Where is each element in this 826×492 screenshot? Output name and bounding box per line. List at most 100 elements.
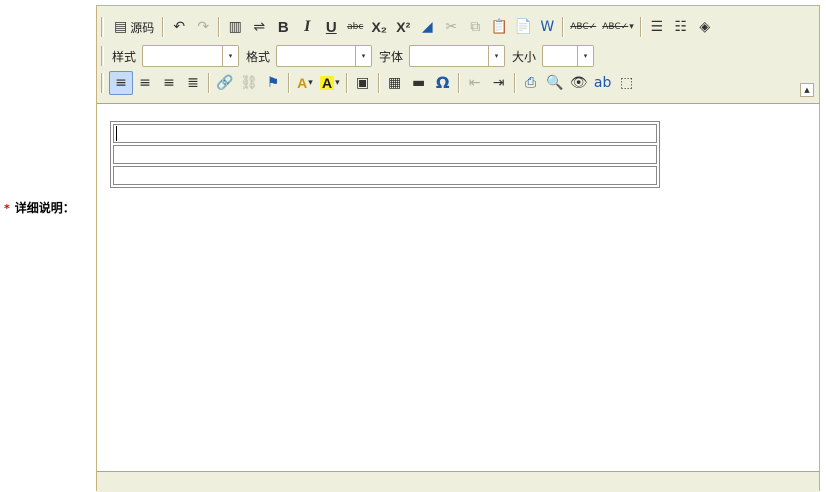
- find-button[interactable]: 👁: [567, 71, 591, 95]
- source-icon: ▤: [114, 19, 128, 35]
- toolbar-grip[interactable]: [101, 46, 104, 66]
- style-select[interactable]: ▾: [142, 45, 240, 67]
- toolbar-grip[interactable]: [101, 17, 104, 37]
- omega-icon: Ω: [435, 73, 450, 92]
- scayt-button[interactable]: ABC✓ ▾: [599, 15, 637, 39]
- image-button[interactable]: ▣: [351, 71, 375, 95]
- select-all-icon: ⬚: [620, 75, 634, 91]
- font-value: [410, 46, 488, 66]
- toolbar-separator: [288, 73, 290, 93]
- toolbar-row-3: ≡ ≡ ≡ ≣ 🔗 ⛓ ⚑ A ▾ A ▾ ▣ ▦ ▬ Ω ⇤ ⇥ ⎙ 🔍 👁 ab: [101, 70, 639, 96]
- paste-text-button[interactable]: 📄: [511, 15, 535, 39]
- paste-word-button[interactable]: W: [535, 15, 559, 39]
- print-button[interactable]: ⎙: [519, 71, 543, 95]
- toolbar-separator: [218, 17, 221, 37]
- source-label: 源码: [130, 20, 155, 35]
- ordered-list-button[interactable]: ☰: [645, 15, 669, 39]
- unordered-list-icon: ☷: [674, 19, 688, 35]
- superscript-button[interactable]: X²: [391, 15, 415, 39]
- print-icon: ⎙: [525, 75, 537, 91]
- font-select[interactable]: ▾: [409, 45, 506, 67]
- cut-button[interactable]: ✂: [439, 15, 463, 39]
- table-icon: ▦: [388, 75, 402, 91]
- source-button[interactable]: ▤ 源码: [109, 15, 159, 39]
- spellcheck-button[interactable]: ABC✓: [567, 15, 599, 39]
- bold-button[interactable]: B: [271, 15, 295, 39]
- toolbar-grip[interactable]: [101, 73, 104, 93]
- collapse-toolbar-button[interactable]: ▲: [800, 83, 814, 97]
- bg-color-icon: A: [320, 75, 335, 91]
- select-all-button[interactable]: ⬚: [615, 71, 639, 95]
- toolbar-separator: [562, 17, 565, 37]
- align-left-button[interactable]: ≡: [109, 71, 133, 95]
- special-char-button[interactable]: Ω: [431, 71, 455, 95]
- content-table[interactable]: [110, 121, 660, 188]
- toolbar-separator: [513, 73, 516, 93]
- image-icon: ▣: [356, 75, 370, 91]
- outdent-icon: ⇤: [468, 75, 481, 91]
- underline-icon: U: [325, 18, 337, 36]
- unordered-list-button[interactable]: ☷: [669, 15, 693, 39]
- chevron-down-icon: ▾: [222, 46, 239, 66]
- outdent-button[interactable]: ⇤: [463, 71, 487, 95]
- strikethrough-icon: abc: [347, 21, 364, 32]
- preview-icon: 🔍: [545, 75, 564, 91]
- toolbar-separator: [457, 73, 460, 93]
- redo-button[interactable]: ↷: [191, 15, 215, 39]
- subscript-button[interactable]: X₂: [367, 15, 391, 39]
- page-break-button[interactable]: ⇌: [247, 15, 271, 39]
- cut-icon: ✂: [445, 19, 458, 35]
- replace-icon: ab: [593, 75, 612, 91]
- preview-button[interactable]: 🔍: [543, 71, 567, 95]
- toolbar-row-1: ▤ 源码 ↶ ↷ ▥ ⇌ B I U abc X₂ X² ◢ ✂ ⧉ 📋 📄 W…: [101, 14, 717, 40]
- rich-text-editor: ▤ 源码 ↶ ↷ ▥ ⇌ B I U abc X₂ X² ◢ ✂ ⧉ 📋 📄 W…: [96, 5, 820, 492]
- underline-button[interactable]: U: [319, 15, 343, 39]
- remove-format-button[interactable]: ◢: [415, 15, 439, 39]
- chevron-down-icon: ▾: [629, 21, 634, 32]
- scayt-icon: ABC✓: [602, 21, 629, 32]
- anchor-button[interactable]: ⚑: [261, 71, 285, 95]
- chevron-down-icon: ▾: [335, 77, 340, 88]
- indent-button[interactable]: ⇥: [487, 71, 511, 95]
- chevron-down-icon: ▾: [577, 46, 594, 66]
- new-page-icon: ▥: [228, 19, 242, 35]
- align-right-button[interactable]: ≡: [157, 71, 181, 95]
- italic-button[interactable]: I: [295, 15, 319, 39]
- table-row: [113, 124, 657, 143]
- table-cell[interactable]: [113, 124, 657, 143]
- new-page-button[interactable]: ▥: [223, 15, 247, 39]
- paste-button[interactable]: 📋: [487, 15, 511, 39]
- font-label: 字体: [379, 49, 404, 64]
- table-cell[interactable]: [113, 145, 657, 164]
- table-cell[interactable]: [113, 166, 657, 185]
- page-break-icon: ⇌: [253, 19, 266, 35]
- editor-content-area[interactable]: [97, 104, 819, 471]
- subscript-icon: X₂: [371, 19, 388, 35]
- link-icon: 🔗: [216, 75, 234, 91]
- copy-icon: ⧉: [470, 19, 481, 35]
- replace-button[interactable]: ab: [591, 71, 615, 95]
- align-center-button[interactable]: ≡: [133, 71, 157, 95]
- horizontal-rule-button[interactable]: ▬: [407, 71, 431, 95]
- table-button[interactable]: ▦: [383, 71, 407, 95]
- toolbar-separator: [208, 73, 210, 93]
- link-button[interactable]: 🔗: [213, 71, 237, 95]
- paste-icon: 📋: [490, 19, 508, 35]
- size-select[interactable]: ▾: [542, 45, 595, 67]
- horizontal-rule-icon: ▬: [412, 75, 426, 91]
- toolbar-separator: [162, 17, 165, 37]
- justify-button[interactable]: ≣: [181, 71, 205, 95]
- copy-button[interactable]: ⧉: [463, 15, 487, 39]
- format-label: 格式: [246, 49, 271, 64]
- unlink-button[interactable]: ⛓: [237, 71, 261, 95]
- detail-label-text: 详细说明：: [14, 201, 75, 215]
- unlink-icon: ⛓: [240, 75, 258, 91]
- maximize-button[interactable]: ◈: [693, 15, 717, 39]
- editor-toolbar: ▤ 源码 ↶ ↷ ▥ ⇌ B I U abc X₂ X² ◢ ✂ ⧉ 📋 📄 W…: [97, 6, 819, 104]
- undo-button[interactable]: ↶: [167, 15, 191, 39]
- strikethrough-button[interactable]: abc: [343, 15, 367, 39]
- font-color-button[interactable]: A ▾: [293, 71, 317, 95]
- bg-color-button[interactable]: A ▾: [317, 71, 343, 95]
- undo-icon: ↶: [173, 19, 186, 35]
- format-select[interactable]: ▾: [276, 45, 373, 67]
